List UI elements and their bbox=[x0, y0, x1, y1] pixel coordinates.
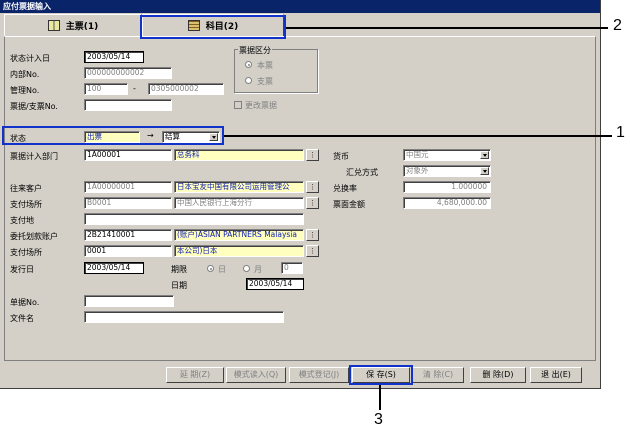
slip-no-label: 单据No. bbox=[10, 298, 40, 307]
dept-code-input[interactable]: 1A00001 bbox=[84, 149, 172, 161]
deposit-account-search-button[interactable]: ⋮ bbox=[306, 229, 319, 241]
bill-type-radio-check[interactable] bbox=[245, 77, 252, 84]
currency-label: 货币 bbox=[333, 152, 349, 161]
dept-search-button[interactable]: ⋮ bbox=[306, 149, 319, 161]
slip-no-input[interactable] bbox=[84, 295, 174, 307]
modify-bill-checkbox[interactable] bbox=[234, 101, 242, 109]
pay-place2-label: 支付场所 bbox=[10, 248, 42, 257]
amount-label: 票面金额 bbox=[333, 200, 365, 209]
callout-box-tab bbox=[140, 15, 286, 39]
issue-date-input[interactable]: 2003/05/14 bbox=[84, 262, 144, 274]
bill-no-input[interactable] bbox=[84, 99, 172, 111]
deposit-account-name-field: (账户)ASIAN PARTNERS Malaysia bbox=[174, 229, 304, 241]
callout-line-2 bbox=[286, 27, 608, 29]
term-day-label: 日 bbox=[218, 265, 226, 274]
term-radio-day[interactable] bbox=[207, 265, 214, 272]
term-month-label: 月 bbox=[254, 265, 262, 274]
file-name-input[interactable] bbox=[84, 311, 284, 323]
tab-main-bill[interactable]: 主票(1) bbox=[4, 14, 142, 36]
fx-method-value: 对象外 bbox=[406, 166, 429, 175]
file-name-label: 文件名 bbox=[10, 314, 34, 323]
fx-method-label: 汇兑方式 bbox=[346, 168, 378, 177]
main-window: 应付票据输入 主票(1) 科目(2) 状态计入日 2003/05/14 内部No… bbox=[0, 0, 601, 389]
dept-name-field: 总务科 bbox=[174, 149, 304, 161]
tab-main-bill-label: 主票(1) bbox=[65, 22, 99, 32]
entry-date-input[interactable]: 2003/05/14 bbox=[84, 51, 144, 63]
fx-rate-label: 兑换率 bbox=[333, 184, 357, 193]
chevron-down-icon[interactable] bbox=[480, 167, 489, 175]
callout-number-1: 1 bbox=[616, 124, 625, 141]
pay-place-name-field: 中国人民银行上海分行 bbox=[174, 197, 304, 209]
register-pattern-button[interactable]: 模式登记(J) bbox=[289, 367, 349, 383]
chevron-down-icon[interactable] bbox=[480, 151, 489, 159]
client-label: 往来客户 bbox=[10, 184, 42, 193]
pay-place-label: 支付场所 bbox=[10, 200, 42, 209]
client-name-field: 日本宝友中国有限公司运用管理公 bbox=[174, 181, 304, 193]
pay-place-code-input: B0001 bbox=[84, 197, 172, 209]
manage-no-input-2: 0305000002 bbox=[148, 83, 224, 95]
entry-date-label: 状态计入日 bbox=[10, 54, 50, 63]
internal-no-input: 000000000002 bbox=[84, 67, 172, 79]
bill-type-label: 票据区分 bbox=[238, 45, 272, 56]
callout-box-save bbox=[349, 365, 413, 385]
dept-label: 票据计入部门 bbox=[10, 152, 58, 161]
pay-place2-name-field: 本公司)日本 bbox=[174, 245, 304, 257]
clear-button[interactable]: 清 除(C) bbox=[412, 367, 464, 383]
issue-date-label: 发行日 bbox=[10, 265, 34, 274]
fx-rate-input: 1.000000 bbox=[403, 181, 491, 193]
bill-type-radio-promissory[interactable] bbox=[245, 61, 252, 68]
pay-place2-search-button[interactable]: ⋮ bbox=[306, 245, 319, 257]
term-radio-month[interactable] bbox=[243, 265, 250, 272]
form-panel: 状态计入日 2003/05/14 内部No. 000000000002 管理No… bbox=[4, 36, 596, 361]
deposit-account-label: 委托划款账户 bbox=[10, 232, 58, 241]
exit-button[interactable]: 退 出(E) bbox=[530, 367, 582, 383]
fx-method-select[interactable]: 对象外 bbox=[403, 165, 491, 177]
callout-number-2: 2 bbox=[613, 17, 622, 34]
manage-no-input-1: 100 bbox=[84, 83, 128, 95]
manage-no-separator: - bbox=[133, 84, 136, 93]
currency-select[interactable]: 中国元 bbox=[403, 149, 491, 161]
delete-button[interactable]: 删 除(D) bbox=[470, 367, 526, 383]
bill-type-option-check: 支票 bbox=[257, 77, 273, 86]
manage-no-label: 管理No. bbox=[10, 86, 40, 95]
bill-no-label: 票据/支票No. bbox=[10, 102, 58, 111]
due-date-input[interactable]: 2003/05/14 bbox=[246, 278, 304, 290]
pay-place-search-button[interactable]: ⋮ bbox=[306, 197, 319, 209]
load-pattern-button[interactable]: 模式读入(Q) bbox=[226, 367, 286, 383]
pay-place2-code-input[interactable]: 0001 bbox=[84, 245, 172, 257]
internal-no-label: 内部No. bbox=[10, 70, 40, 79]
callout-line-1 bbox=[224, 135, 612, 137]
pay-location-input[interactable] bbox=[84, 213, 304, 225]
window-title: 应付票据输入 bbox=[0, 0, 600, 13]
client-code-input: 1A00000001 bbox=[84, 181, 172, 193]
client-search-button[interactable]: ⋮ bbox=[306, 181, 319, 193]
deposit-account-code-input[interactable]: 2B21410001 bbox=[84, 229, 172, 241]
callout-box-status bbox=[2, 126, 224, 145]
currency-value: 中国元 bbox=[406, 150, 429, 159]
modify-bill-label: 更改票据 bbox=[245, 101, 277, 110]
callout-number-3: 3 bbox=[374, 411, 383, 428]
pay-location-label: 支付地 bbox=[10, 216, 34, 225]
term-label: 期限 bbox=[171, 265, 187, 274]
callout-line-3 bbox=[379, 385, 381, 410]
book-icon bbox=[47, 20, 60, 31]
postpone-button[interactable]: 延 期(Z) bbox=[166, 367, 224, 383]
due-date-label: 日期 bbox=[171, 281, 187, 290]
bill-type-option-promissory: 本票 bbox=[257, 61, 273, 70]
amount-input: 4,680,000.00 bbox=[403, 197, 491, 209]
term-value-input: 0 bbox=[281, 262, 303, 274]
